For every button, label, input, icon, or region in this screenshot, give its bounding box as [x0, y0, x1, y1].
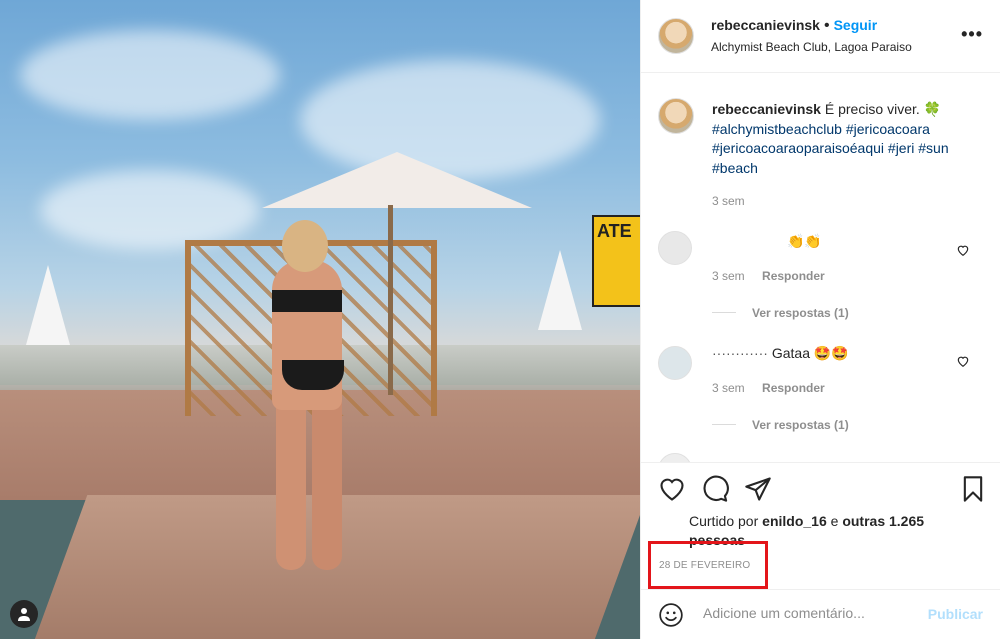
reply-button[interactable]: Responder: [762, 381, 825, 395]
cloud: [40, 170, 260, 250]
cloud: [20, 30, 280, 120]
likes-prefix: Curtido por: [689, 513, 759, 529]
like-icon[interactable]: [658, 475, 686, 503]
avatar[interactable]: [658, 18, 694, 54]
caption-text: É preciso viver. 🍀: [824, 101, 942, 117]
more-options-icon[interactable]: •••: [961, 24, 983, 45]
divider: [712, 312, 736, 314]
view-replies[interactable]: Ver respostas (1): [712, 304, 849, 322]
comment-icon[interactable]: [701, 475, 729, 503]
comment-meta: 3 sem Responder: [712, 269, 825, 283]
header-userline: rebeccanievinsk • Seguir: [711, 17, 877, 35]
hashtag[interactable]: #sun: [918, 140, 948, 156]
date-highlight-box: [648, 541, 768, 589]
cloud: [300, 60, 600, 180]
comment: ············ Gataa 🤩🤩: [712, 345, 849, 362]
header-username[interactable]: rebeccanievinsk: [711, 17, 820, 33]
sign-text: ATE: [597, 221, 632, 241]
share-icon[interactable]: [744, 475, 772, 503]
comment-input[interactable]: [701, 604, 915, 622]
location-link[interactable]: Alchymist Beach Club, Lagoa Paraiso: [711, 40, 912, 54]
caption-username[interactable]: rebeccanievinsk: [712, 101, 821, 117]
hashtag[interactable]: #jericoacoara: [846, 121, 930, 137]
view-replies-button[interactable]: Ver respostas (1): [752, 306, 849, 320]
avatar[interactable]: [658, 346, 692, 380]
beach-umbrella: [538, 250, 582, 330]
post-header: rebeccanievinsk • Seguir Alchymist Beach C…: [641, 0, 1000, 73]
comment-text: Gataa 🤩🤩: [771, 345, 849, 361]
avatar: [658, 453, 692, 462]
reply-button[interactable]: Responder: [762, 269, 825, 283]
avatar[interactable]: [658, 98, 694, 134]
save-icon[interactable]: [959, 475, 987, 503]
hashtag[interactable]: #jericoacoaraoparaisoéaqui: [712, 140, 884, 156]
caption: rebeccanievinsk É preciso viver. 🍀 #alch…: [712, 100, 982, 178]
like-comment-icon[interactable]: [956, 243, 970, 257]
hashtag[interactable]: #beach: [712, 160, 758, 176]
umbrella-pole: [388, 205, 393, 395]
comment-time[interactable]: 3 sem: [712, 381, 745, 395]
caption-time[interactable]: 3 sem: [712, 194, 745, 208]
publish-button[interactable]: Publicar: [928, 606, 983, 622]
avatar[interactable]: [658, 231, 692, 265]
action-bar: [641, 462, 1000, 502]
separator-dot: •: [823, 17, 830, 34]
warning-sign: ATE: [592, 215, 640, 307]
tagged-user-icon[interactable]: [10, 600, 38, 628]
comment-text: 👏👏: [787, 233, 822, 249]
hashtag[interactable]: #jeri: [888, 140, 914, 156]
liked-by-user[interactable]: enildo_16: [762, 513, 827, 529]
divider: [712, 424, 736, 426]
comments-section[interactable]: rebeccanievinsk É preciso viver. 🍀 #alch…: [641, 73, 1000, 462]
comment-time[interactable]: 3 sem: [712, 269, 745, 283]
add-comment-row: Publicar: [641, 589, 1000, 640]
post-photo[interactable]: ATE: [0, 0, 640, 639]
comment-meta: 3 sem Responder: [712, 381, 825, 395]
view-replies[interactable]: Ver respostas (1): [712, 416, 849, 434]
comment: 👏👏: [712, 233, 822, 250]
comment-username[interactable]: ············: [712, 345, 768, 361]
like-comment-icon[interactable]: [956, 354, 970, 368]
likes-mid: e: [830, 513, 839, 529]
view-replies-button[interactable]: Ver respostas (1): [752, 418, 849, 432]
beach-umbrella: [26, 265, 70, 345]
hashtag[interactable]: #alchymistbeachclub: [712, 121, 842, 137]
woman-figure: [262, 220, 352, 580]
follow-button[interactable]: Seguir: [834, 17, 878, 33]
emoji-icon[interactable]: [658, 602, 684, 628]
